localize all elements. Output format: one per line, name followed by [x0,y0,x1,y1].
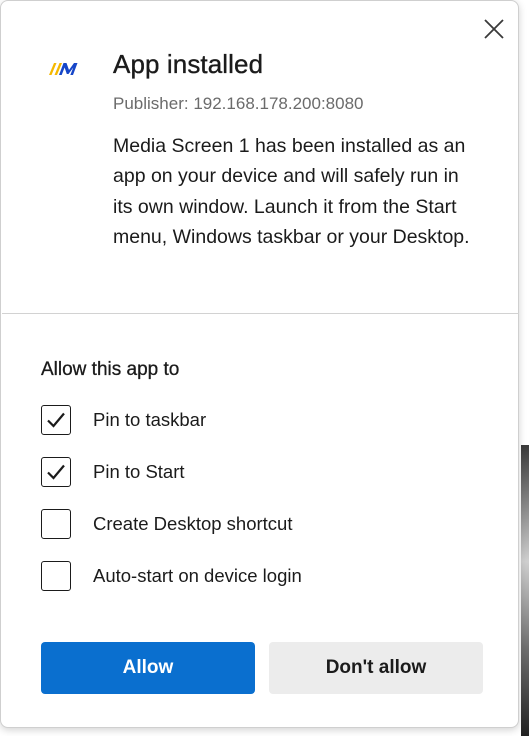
permissions-heading: Allow this app to [41,359,180,380]
pin-to-taskbar-checkbox[interactable] [41,405,71,435]
option-pin-to-start[interactable]: Pin to Start [41,457,461,491]
pin-to-start-checkbox[interactable] [41,457,71,487]
dialog-title: App installed [113,49,264,79]
option-auto-start[interactable]: Auto-start on device login [41,561,461,595]
option-label: Auto-start on device login [93,565,302,586]
app-logo [47,59,81,79]
option-label: Pin to taskbar [93,409,207,430]
dont-allow-button[interactable]: Don't allow [269,642,483,694]
option-label: Pin to Start [93,461,185,482]
checkmark-icon [47,412,65,428]
section-divider [2,313,519,314]
publisher-text: Publisher: 192.168.178.200:8080 [113,94,364,113]
option-pin-to-taskbar[interactable]: Pin to taskbar [41,405,461,439]
app-installed-dialog: App installed Publisher: 192.168.178.200… [0,0,519,728]
option-label: Create Desktop shortcut [93,513,293,534]
close-button[interactable] [482,17,506,41]
page-backdrop [521,445,529,736]
allow-button[interactable]: Allow [41,642,255,694]
install-description: Media Screen 1 has been installed as an … [113,135,470,249]
close-icon [484,19,504,39]
desktop-shortcut-checkbox[interactable] [41,509,71,539]
option-create-desktop-shortcut[interactable]: Create Desktop shortcut [41,509,461,543]
checkmark-icon [47,464,65,480]
auto-start-checkbox[interactable] [41,561,71,591]
